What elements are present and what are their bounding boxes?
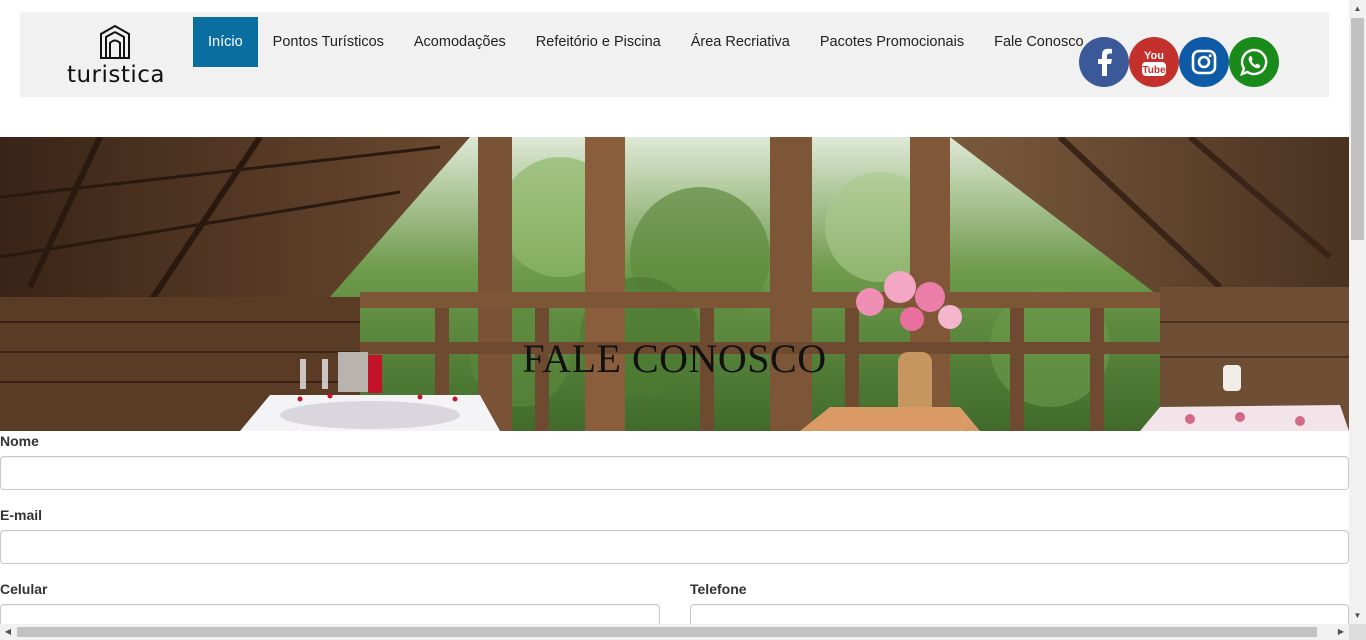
youtube-button[interactable]: You Tube <box>1129 37 1179 87</box>
whatsapp-icon <box>1240 48 1268 76</box>
celular-label: Celular <box>0 581 48 597</box>
nav-item-inicio[interactable]: Início <box>193 17 258 67</box>
youtube-icon: You Tube <box>1142 50 1166 76</box>
facebook-icon <box>1098 48 1112 76</box>
hero-cabin-image <box>0 137 1349 431</box>
nome-label: Nome <box>0 433 39 449</box>
telefone-label: Telefone <box>690 581 747 597</box>
main-nav: Início Pontos Turísticos Acomodações Ref… <box>193 17 1099 67</box>
scroll-down-arrow-icon[interactable]: ▼ <box>1349 607 1366 624</box>
horizontal-scroll-thumb[interactable] <box>17 627 1317 637</box>
scroll-up-arrow-icon[interactable]: ▲ <box>1349 0 1366 17</box>
vertical-scrollbar[interactable]: ▲ ▼ <box>1349 0 1366 624</box>
email-field[interactable] <box>0 530 1349 564</box>
nav-item-pacotes-promocionais[interactable]: Pacotes Promocionais <box>805 17 979 67</box>
horizontal-scrollbar[interactable]: ◀ ▶ <box>0 624 1349 640</box>
nome-field[interactable] <box>0 456 1349 490</box>
instagram-button[interactable] <box>1179 37 1229 87</box>
nav-item-refeitorio-piscina[interactable]: Refeitório e Piscina <box>521 17 676 67</box>
nav-item-area-recriativa[interactable]: Área Recriativa <box>676 17 805 67</box>
whatsapp-button[interactable] <box>1229 37 1279 87</box>
scroll-right-arrow-icon[interactable]: ▶ <box>1333 624 1349 640</box>
nav-item-pontos-turisticos[interactable]: Pontos Turísticos <box>258 17 399 67</box>
vertical-scroll-thumb[interactable] <box>1351 18 1364 240</box>
scroll-left-arrow-icon[interactable]: ◀ <box>0 624 16 640</box>
instagram-icon <box>1191 49 1217 75</box>
email-label: E-mail <box>0 507 43 523</box>
navbar: turistica Início Pontos Turísticos Acomo… <box>20 12 1329 97</box>
hero-banner: FALE CONOSCO <box>0 137 1349 431</box>
facebook-button[interactable] <box>1079 37 1129 87</box>
hero-title: FALE CONOSCO <box>522 336 827 381</box>
svg-text:Tube: Tube <box>1142 65 1166 76</box>
social-links: You Tube <box>1079 37 1279 87</box>
brand-logo[interactable]: turistica <box>66 24 166 88</box>
nav-item-acomodacoes[interactable]: Acomodações <box>399 17 521 67</box>
logo-house-icon <box>100 24 130 59</box>
svg-text:You: You <box>1144 50 1164 62</box>
scrollbar-corner <box>1349 624 1366 640</box>
brand-name: turistica <box>66 62 166 88</box>
